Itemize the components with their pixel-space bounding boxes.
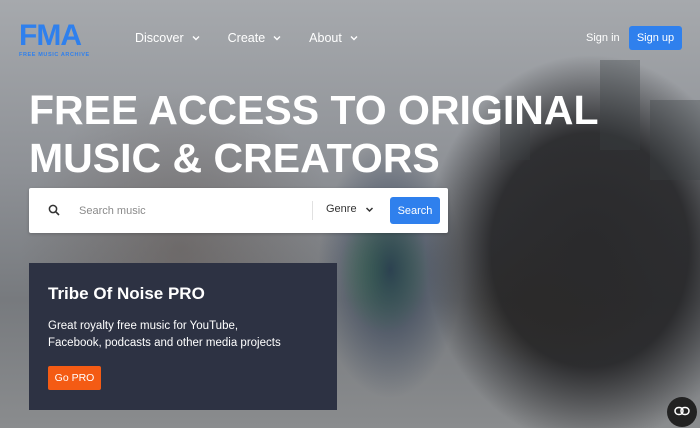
logo-mark: FMA xyxy=(19,19,82,52)
search-button[interactable]: Search xyxy=(390,197,440,224)
main-nav: Discover Create About xyxy=(135,31,386,45)
nav-about-label: About xyxy=(309,31,342,45)
chevron-down-icon xyxy=(273,34,281,42)
nav-about[interactable]: About xyxy=(309,31,358,45)
logo-subtitle: FREE MUSIC ARCHIVE xyxy=(19,52,90,58)
chevron-down-icon xyxy=(365,205,374,214)
floating-link-button[interactable] xyxy=(667,397,697,427)
site-header: FMA FREE MUSIC ARCHIVE Discover Create A… xyxy=(0,0,700,78)
nav-discover-label: Discover xyxy=(135,31,184,45)
promo-title: Tribe Of Noise PRO xyxy=(48,284,205,303)
hero-headline: FREE ACCESS TO ORIGINAL MUSIC & CREATORS xyxy=(29,86,599,182)
search-bar: Genre Search xyxy=(29,188,448,233)
chevron-down-icon xyxy=(350,34,358,42)
genre-label: Genre xyxy=(326,203,357,215)
search-icon xyxy=(48,204,61,217)
nav-create-label: Create xyxy=(227,31,266,45)
chevron-down-icon xyxy=(192,34,200,42)
fma-logo[interactable]: FMA FREE MUSIC ARCHIVE xyxy=(19,19,99,59)
go-pro-button[interactable]: Go PRO xyxy=(48,366,101,390)
nav-discover[interactable]: Discover xyxy=(135,31,200,45)
link-icon xyxy=(674,403,690,421)
search-divider xyxy=(312,201,313,220)
promo-card: Tribe Of Noise PRO Great royalty free mu… xyxy=(29,263,337,410)
genre-dropdown[interactable]: Genre xyxy=(326,203,374,215)
hero-headline-line-1: FREE ACCESS TO ORIGINAL xyxy=(29,87,599,133)
promo-text: Great royalty free music for YouTube, Fa… xyxy=(48,320,281,349)
sign-in-link[interactable]: Sign in xyxy=(586,32,620,44)
nav-create[interactable]: Create xyxy=(228,31,282,45)
hero-headline-line-2: MUSIC & CREATORS xyxy=(29,135,440,181)
search-input[interactable] xyxy=(79,199,334,222)
sign-up-button[interactable]: Sign up xyxy=(629,26,682,50)
